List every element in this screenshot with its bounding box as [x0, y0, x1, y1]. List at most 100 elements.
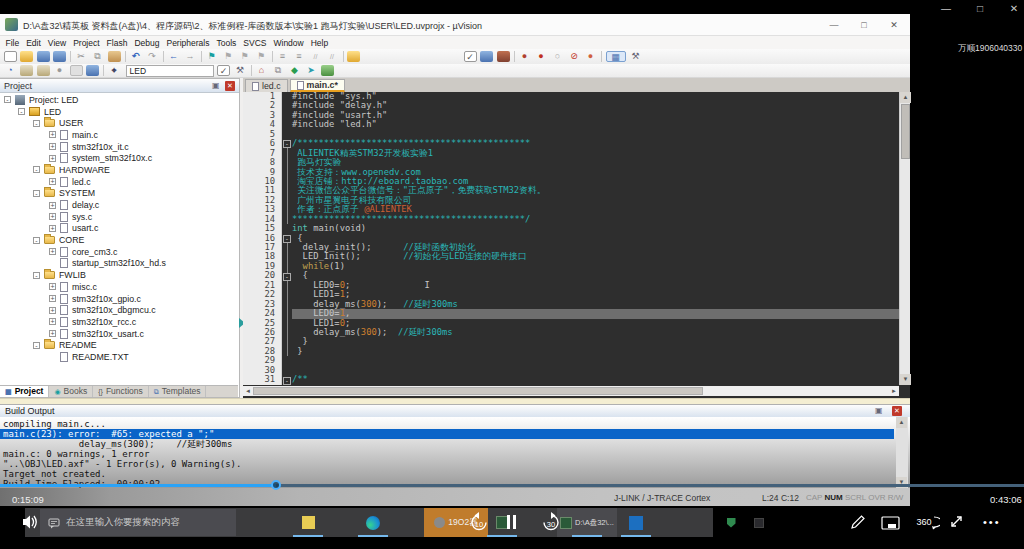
debug-magnifier-icon[interactable]: ●: [518, 51, 531, 62]
tree-expander-icon[interactable]: -: [33, 120, 40, 127]
more-options-icon[interactable]: •••: [983, 516, 1001, 528]
books-icon[interactable]: [321, 65, 334, 76]
video-close-button[interactable]: ✕: [1008, 3, 1020, 14]
uncomment-icon[interactable]: //: [326, 51, 339, 62]
maximize-button[interactable]: □: [850, 17, 878, 33]
tree-expander-icon[interactable]: +: [49, 178, 56, 185]
tree-item-hardware[interactable]: -HARDWARE: [0, 164, 238, 176]
redo-icon[interactable]: ↷: [146, 51, 159, 62]
save-all-icon[interactable]: [53, 51, 66, 62]
tree-expander-icon[interactable]: -: [18, 108, 25, 115]
binoculars-icon[interactable]: ⌖: [108, 65, 121, 76]
tree-expander-icon[interactable]: +: [49, 248, 56, 255]
fold-marker-icon[interactable]: -: [283, 377, 291, 385]
close-button[interactable]: ✕: [880, 17, 908, 33]
options-icon[interactable]: ⌂: [255, 65, 268, 76]
fullscreen-icon[interactable]: [948, 513, 965, 530]
navigate-forward-icon[interactable]: →: [184, 51, 197, 62]
menu-peripherals[interactable]: Peripherals: [163, 38, 213, 48]
fold-marker-icon[interactable]: -: [283, 273, 291, 281]
menu-svcs[interactable]: SVCS: [240, 38, 270, 48]
tree-expander-icon[interactable]: +: [49, 307, 56, 314]
minimize-button[interactable]: —: [820, 17, 848, 33]
build-output-scrollbar[interactable]: ▲ ▼: [896, 417, 908, 488]
code-text[interactable]: #include "sys.h"#include "delay.h"#inclu…: [292, 92, 899, 385]
rotate-360-icon[interactable]: 360: [914, 513, 940, 531]
title-bar[interactable]: D:\A盘32\精英板 资料盘(A盘)\4、程序源码\2、标准例程-库函数版本\…: [0, 14, 910, 36]
tree-item-misc-c[interactable]: +misc.c: [0, 281, 238, 293]
editor-vertical-scrollbar[interactable]: ▲ ▼: [899, 92, 910, 385]
tree-expander-icon[interactable]: -: [33, 272, 40, 279]
tree-expander-icon[interactable]: +: [49, 213, 56, 220]
video-progress-bar[interactable]: [0, 484, 1024, 487]
tray-app-icon[interactable]: [752, 508, 766, 537]
batch-build-icon[interactable]: ●: [53, 65, 66, 76]
manage-components-icon[interactable]: ◆: [288, 65, 301, 76]
tree-item-core-cm3-c[interactable]: +core_cm3.c: [0, 246, 238, 258]
hscroll-thumb[interactable]: [253, 387, 703, 395]
editor-horizontal-scrollbar[interactable]: ◄ ►: [243, 386, 899, 396]
tree-item-sys-c[interactable]: +sys.c: [0, 211, 238, 223]
menu-flash[interactable]: Flash: [103, 38, 131, 48]
panel-tab-functions[interactable]: {}Functions: [93, 386, 149, 397]
tree-expander-icon[interactable]: -: [33, 166, 40, 173]
tree-expander-icon[interactable]: -: [33, 342, 40, 349]
pack-installer-icon[interactable]: ➤: [305, 65, 318, 76]
menu-edit[interactable]: Edit: [23, 38, 45, 48]
bookmark-clear-icon[interactable]: ⚑: [255, 51, 268, 62]
panel-close-icon[interactable]: ✕: [225, 81, 235, 91]
breakpoint-kill-icon[interactable]: ⊘: [568, 51, 581, 62]
tree-item-system-stm32f10x-c[interactable]: +system_stm32f10x.c: [0, 152, 238, 164]
tree-item-led[interactable]: -LED: [0, 106, 238, 118]
panel-close-icon[interactable]: ✕: [892, 406, 902, 416]
tree-item-core[interactable]: -CORE: [0, 234, 238, 246]
tree-expander-icon[interactable]: +: [49, 143, 56, 150]
taskbar-keil-document-item[interactable]: D:\A盘32\...: [557, 508, 617, 537]
file-extensions-icon[interactable]: ⧉: [272, 65, 285, 76]
tree-item-user[interactable]: -USER: [0, 117, 238, 129]
menu-tools[interactable]: Tools: [213, 38, 240, 48]
panel-tab-project[interactable]: ▦Project: [0, 386, 49, 397]
debug-session-icon[interactable]: [480, 51, 493, 62]
save-icon[interactable]: [37, 51, 50, 62]
navigate-back-icon[interactable]: ←: [167, 51, 180, 62]
editor-tab-main.c[interactable]: main.c*: [290, 79, 345, 92]
flash-tools-icon[interactable]: ⚒: [234, 65, 247, 76]
window-layout-icon[interactable]: ▦: [606, 51, 626, 62]
rewind-10-button[interactable]: 10: [468, 511, 490, 534]
forward-30-button[interactable]: 30: [540, 511, 562, 534]
breakpoint-disable-icon[interactable]: ○: [551, 51, 564, 62]
tree-item-stm32f10x-it-c[interactable]: +stm32f10x_it.c: [0, 141, 238, 153]
tree-item-main-c[interactable]: +main.c: [0, 129, 238, 141]
menu-project[interactable]: Project: [70, 38, 103, 48]
tree-item-stm32f10x-rcc-c[interactable]: +stm32f10x_rcc.c: [0, 316, 238, 328]
rebuild-icon[interactable]: [37, 65, 50, 76]
tree-item-stm32f10x-dbgmcu-c[interactable]: +stm32f10x_dbgmcu.c: [0, 304, 238, 316]
tree-expander-icon[interactable]: +: [49, 155, 56, 162]
scroll-right-icon[interactable]: ►: [889, 386, 899, 396]
build-output-panel[interactable]: compiling main.c...main.c(23): error: #6…: [0, 417, 910, 488]
video-minimize-button[interactable]: —: [940, 3, 952, 14]
tray-shield-icon[interactable]: [723, 508, 739, 537]
tree-expander-icon[interactable]: +: [49, 131, 56, 138]
taskbar-stickynotes-icon[interactable]: [290, 508, 326, 537]
menu-debug[interactable]: Debug: [131, 38, 163, 48]
tree-item-readme[interactable]: -README: [0, 339, 238, 351]
annotate-pen-icon[interactable]: [850, 514, 866, 530]
tree-expander-icon[interactable]: +: [49, 202, 56, 209]
taskbar-edge-icon[interactable]: [355, 508, 391, 537]
taskbar-search-box[interactable]: 在这里输入你要搜索的内容: [40, 509, 236, 536]
scroll-up-icon[interactable]: ▲: [900, 92, 911, 103]
translate-icon[interactable]: ◔: [4, 65, 17, 76]
scroll-left-icon[interactable]: ◄: [243, 386, 253, 396]
tree-item-usart-c[interactable]: +usart.c: [0, 223, 238, 235]
menu-file[interactable]: File: [2, 38, 23, 48]
tree-expander-icon[interactable]: -: [33, 190, 40, 197]
stop-build-icon[interactable]: [70, 65, 83, 76]
bookmark-next-icon[interactable]: ⚑: [238, 51, 251, 62]
tree-expander-icon[interactable]: +: [49, 283, 56, 290]
fold-marker-icon[interactable]: -: [283, 235, 291, 243]
tree-item-stm32f10x-usart-c[interactable]: +stm32f10x_usart.c: [0, 328, 238, 340]
pin-icon[interactable]: ▣: [212, 81, 221, 90]
copy-icon[interactable]: ⧉: [91, 51, 104, 62]
